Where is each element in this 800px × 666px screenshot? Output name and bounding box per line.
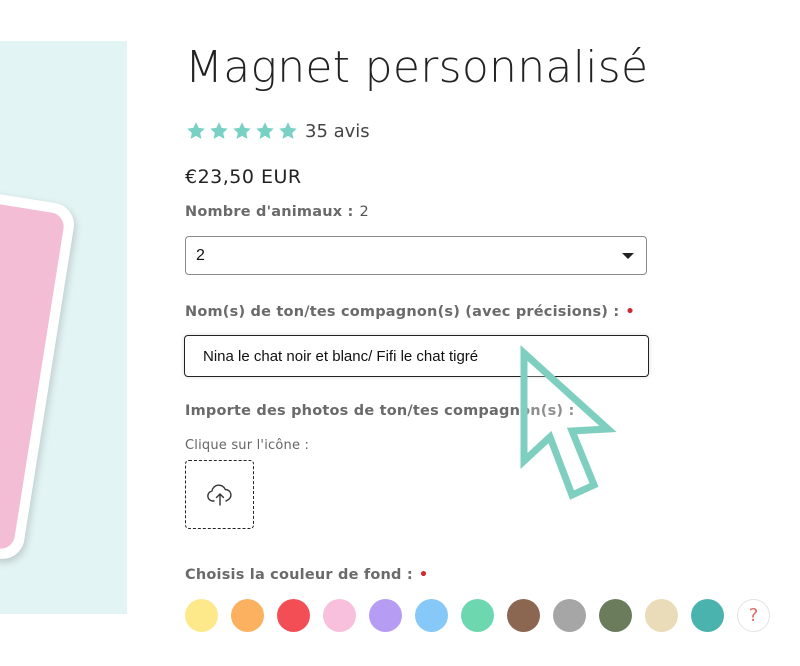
swatch-gray[interactable] [553,599,586,632]
star-icon [210,122,228,139]
swatch-teal[interactable] [691,599,724,632]
color-help-button[interactable]: ? [737,599,770,632]
required-marker: • [580,403,590,419]
photo-upload-button[interactable] [185,460,254,529]
swatch-yellow[interactable] [185,599,218,632]
animals-count-label-text: Nombre d'animaux : [185,204,354,220]
swatch-lavender[interactable] [369,599,402,632]
pet-names-label-text: Nom(s) de ton/tes compagnon(s) (avec pré… [185,304,620,320]
review-count-link[interactable]: 35 avis [305,121,370,142]
swatch-dark-green[interactable] [599,599,632,632]
animals-count-select[interactable]: 2 [185,236,647,275]
swatch-brown[interactable] [507,599,540,632]
star-icon [279,122,297,139]
product-image [0,41,127,614]
product-price: €23,50 EUR [185,166,302,188]
photo-upload-label: Importe des photos de ton/tes compagnon(… [185,403,590,419]
background-color-label: Choisis la couleur de fond : • [185,567,428,583]
chevron-down-icon [622,253,634,259]
animals-count-select-value: 2 [196,246,205,264]
swatch-beige[interactable] [645,599,678,632]
required-marker: • [418,567,429,583]
upload-hint: Clique sur l'icône : [185,438,310,453]
star-icon [233,122,251,139]
background-color-label-text: Choisis la couleur de fond : [185,567,413,583]
swatch-pink[interactable] [323,599,356,632]
animals-count-label: Nombre d'animaux : 2 [185,204,369,220]
cloud-upload-icon [206,483,232,506]
animals-count-current-value: 2 [359,204,369,220]
pet-names-input[interactable] [184,335,649,377]
color-swatches: ? [185,599,770,632]
swatch-mint[interactable] [461,599,494,632]
star-icon [187,122,205,139]
swatch-orange[interactable] [231,599,264,632]
magnet-preview-screen [0,191,66,551]
rating-stars [185,120,299,142]
swatch-red[interactable] [277,599,310,632]
pet-names-label: Nom(s) de ton/tes compagnon(s) (avec pré… [185,304,635,320]
magnet-preview [0,179,78,563]
star-icon [256,122,274,139]
photo-upload-label-text: Importe des photos de ton/tes compagnon(… [185,403,575,419]
swatch-light-blue[interactable] [415,599,448,632]
rating[interactable]: 35 avis [185,120,370,142]
product-title: Magnet personnalisé [185,42,649,93]
required-marker: • [625,304,635,320]
